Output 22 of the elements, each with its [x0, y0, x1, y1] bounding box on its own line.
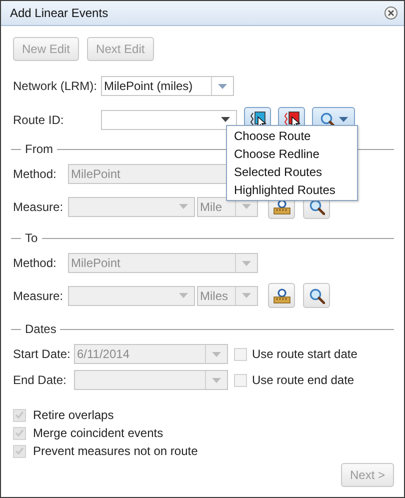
field-label: Measure: — [13, 288, 64, 302]
window-title: Add Linear Events — [10, 6, 108, 20]
section-title: To — [25, 231, 38, 245]
field-label: Method: — [13, 167, 58, 181]
checkbox-label: Use route start date — [252, 347, 358, 361]
checkbox-label: Retire overlaps — [33, 408, 114, 422]
section-title: From — [25, 142, 53, 156]
checkbox-label: Use route end date — [252, 373, 354, 387]
checkbox-label: Merge coincident events — [33, 426, 164, 440]
field-label: Network (LRM): — [13, 79, 98, 93]
field-label: End Date: — [13, 373, 68, 387]
section-title: Dates — [25, 322, 56, 336]
field-label: Route ID: — [13, 112, 65, 126]
network-select[interactable]: MilePoint (miles) — [101, 76, 234, 96]
field-label: Measure: — [13, 200, 64, 214]
menu-item[interactable]: Choose Redline — [227, 145, 357, 163]
field-label: Method: — [13, 256, 58, 270]
field-label: Start Date: — [13, 347, 72, 361]
checkbox-label: Prevent measures not on route — [33, 444, 198, 458]
menu-item[interactable]: Highlighted Routes — [227, 181, 357, 199]
menu-item[interactable]: Choose Route — [227, 127, 357, 145]
date-select[interactable]: 6/11/2014 — [74, 344, 228, 364]
